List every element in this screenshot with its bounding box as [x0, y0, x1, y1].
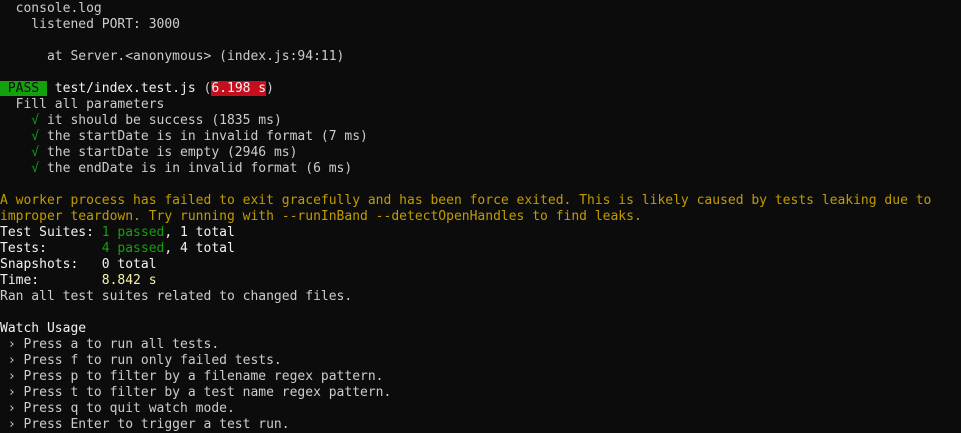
summary-tests: Tests: 4 passed, 4 total	[0, 241, 961, 257]
summary-time: Time: 8.842 s	[0, 273, 961, 289]
time-value: 8.842 s	[101, 273, 157, 288]
total-count: , 4 total	[164, 241, 235, 256]
check-icon: √	[0, 161, 40, 176]
passed-count: 1 passed	[101, 225, 165, 240]
test-case-label: it should be success (1835 ms)	[39, 113, 282, 128]
test-case-label: the endDate is in invalid format (6 ms)	[39, 161, 353, 176]
slow-duration-badge: 6.198 s	[211, 81, 267, 96]
watch-usage-item: › Press a to run all tests.	[0, 337, 220, 352]
test-case-label: the startDate is in invalid format (7 ms…	[39, 129, 368, 144]
watch-usage-item: › Press t to filter by a test name regex…	[0, 385, 392, 400]
check-icon: √	[0, 129, 40, 144]
passed-count: 4 passed	[101, 241, 165, 256]
console-log-header: console.log	[0, 1, 102, 16]
snapshots-value: 0 total	[101, 257, 157, 272]
watch-usage-title: Watch Usage	[0, 321, 87, 336]
console-log-stack-trace: at Server.<anonymous> (index.js:94:11)	[0, 49, 345, 64]
watch-usage-item: › Press p to filter by a filename regex …	[0, 369, 384, 384]
test-case: √ the startDate is in invalid format (7 …	[0, 129, 961, 145]
suite-name: Fill all parameters	[0, 97, 165, 112]
summary-test-suites: Test Suites: 1 passed, 1 total	[0, 225, 961, 241]
summary-label: Time:	[0, 273, 102, 288]
check-icon: √	[0, 113, 40, 128]
check-icon: √	[0, 145, 40, 160]
test-case: √ the startDate is empty (2946 ms)	[0, 145, 961, 161]
worker-warning-line-1: A worker process has failed to exit grac…	[0, 193, 932, 208]
worker-warning-line-2: improper teardown. Try running with --ru…	[0, 209, 642, 224]
summary-label: Snapshots:	[0, 257, 102, 272]
summary-snapshots: Snapshots: 0 total	[0, 257, 961, 273]
test-result-line: PASS test/index.test.js (6.198 s)	[0, 81, 961, 97]
test-case-label: the startDate is empty (2946 ms)	[39, 145, 298, 160]
summary-label: Test Suites:	[0, 225, 102, 240]
watch-usage-item: › Press q to quit watch mode.	[0, 401, 235, 416]
test-case: √ it should be success (1835 ms)	[0, 113, 961, 129]
terminal-output[interactable]: console.log listened PORT: 3000 at Serve…	[0, 0, 961, 433]
watch-usage-item: › Press Enter to trigger a test run.	[0, 417, 290, 432]
test-file-path: test/index.test.js	[46, 81, 204, 96]
test-case: √ the endDate is in invalid format (6 ms…	[0, 161, 961, 177]
total-count: , 1 total	[164, 225, 235, 240]
watch-usage-item: › Press f to run only failed tests.	[0, 353, 282, 368]
ran-all-message: Ran all test suites related to changed f…	[0, 289, 353, 304]
pass-badge: PASS	[0, 81, 47, 96]
close-paren: )	[266, 81, 274, 96]
console-log-message: listened PORT: 3000	[0, 17, 181, 32]
summary-label: Tests:	[0, 241, 102, 256]
